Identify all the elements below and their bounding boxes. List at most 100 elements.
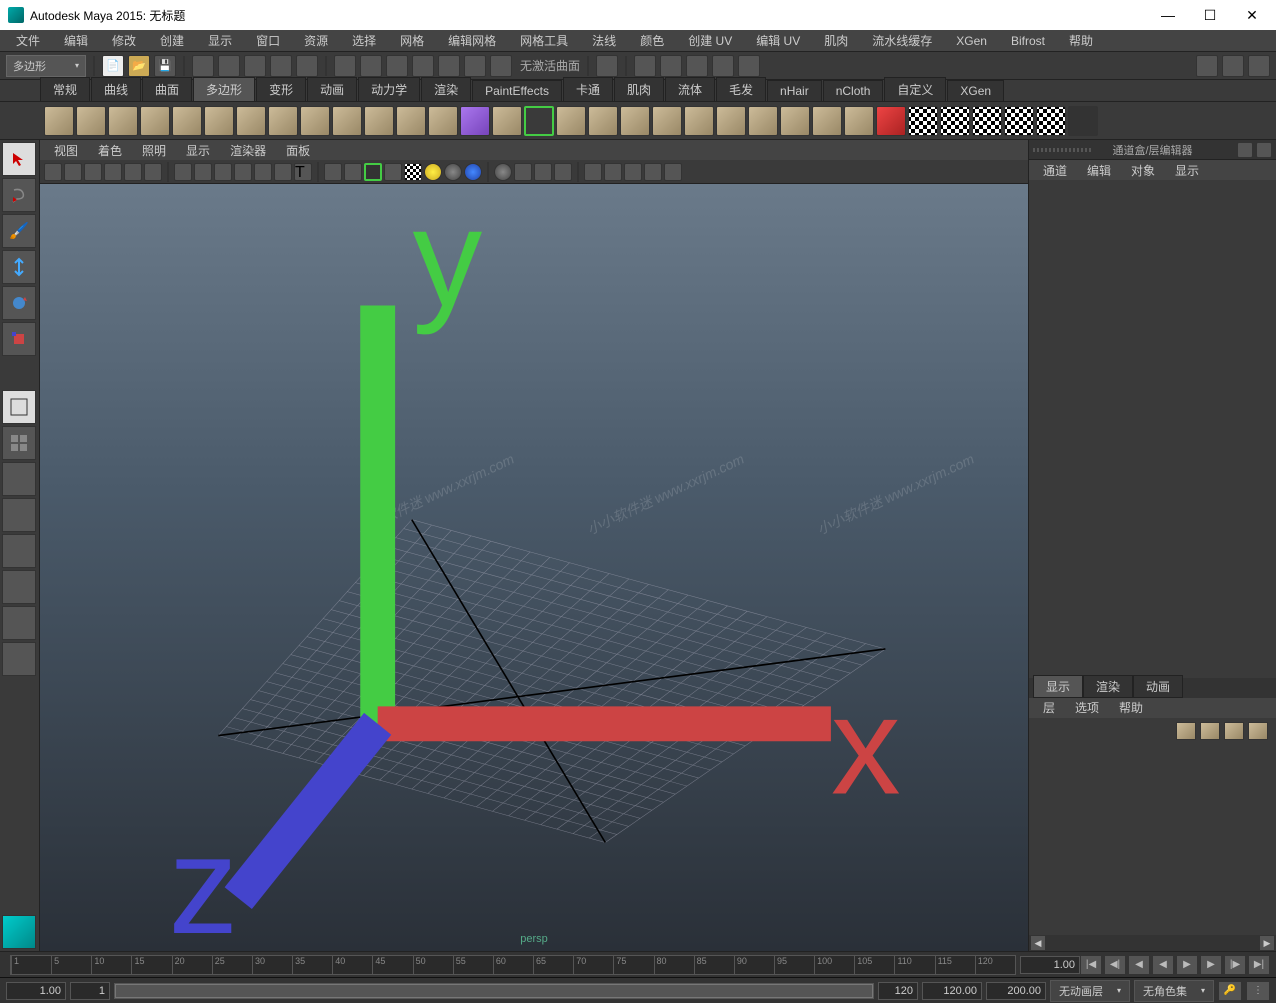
poly-platonic-icon[interactable] bbox=[364, 106, 394, 136]
channel-menu-3[interactable]: 显示 bbox=[1167, 161, 1207, 180]
shelf-tab-肌肉[interactable]: 肌肉 bbox=[614, 77, 664, 101]
panel-menu-3[interactable]: 显示 bbox=[178, 141, 218, 160]
menu-10[interactable]: 网格工具 bbox=[510, 30, 578, 51]
field-chart-icon[interactable] bbox=[254, 163, 272, 181]
shelf-tab-PaintEffects[interactable]: PaintEffects bbox=[472, 80, 562, 101]
menu-16[interactable]: 流水线缓存 bbox=[862, 30, 942, 51]
layer-tab-渲染[interactable]: 渲染 bbox=[1083, 675, 1133, 698]
four-view-layout[interactable] bbox=[2, 426, 36, 460]
resolution-gate-icon[interactable] bbox=[214, 163, 232, 181]
poly-sphere-icon[interactable] bbox=[44, 106, 74, 136]
extrude-icon[interactable] bbox=[620, 106, 650, 136]
scroll-right-icon[interactable]: ▶ bbox=[1260, 936, 1274, 950]
outliner-layout[interactable] bbox=[2, 570, 36, 604]
poly-prism-icon[interactable] bbox=[396, 106, 426, 136]
layer-menu-1[interactable]: 选项 bbox=[1067, 698, 1107, 717]
move-layer-up-icon[interactable] bbox=[1224, 722, 1244, 740]
poly-cone-icon[interactable] bbox=[140, 106, 170, 136]
textured-icon[interactable] bbox=[404, 163, 422, 181]
menu-17[interactable]: XGen bbox=[946, 32, 997, 50]
range-start-outer-field[interactable]: 1.00 bbox=[6, 982, 66, 1000]
channel-menu-2[interactable]: 对象 bbox=[1123, 161, 1163, 180]
sculpt-icon[interactable] bbox=[876, 106, 906, 136]
persp-graph-layout[interactable] bbox=[2, 498, 36, 532]
viewport-renderer-icon[interactable] bbox=[664, 163, 682, 181]
panel-menu-5[interactable]: 面板 bbox=[278, 141, 318, 160]
scale-tool[interactable] bbox=[2, 322, 36, 356]
grease-pencil-icon[interactable] bbox=[144, 163, 162, 181]
shelf-tab-流体[interactable]: 流体 bbox=[665, 77, 715, 101]
step-back-key-button[interactable]: ◀| bbox=[1104, 955, 1126, 975]
step-forward-key-button[interactable]: |▶ bbox=[1224, 955, 1246, 975]
motion-blur-icon[interactable] bbox=[494, 163, 512, 181]
ipr-render-icon[interactable] bbox=[660, 55, 682, 77]
reduce-icon[interactable] bbox=[812, 106, 842, 136]
channel-menu-1[interactable]: 编辑 bbox=[1079, 161, 1119, 180]
layer-scrollbar[interactable]: ◀ ▶ bbox=[1029, 935, 1276, 951]
uv-checker-4-icon[interactable] bbox=[1004, 106, 1034, 136]
menu-3[interactable]: 创建 bbox=[150, 30, 194, 51]
append-icon[interactable] bbox=[684, 106, 714, 136]
layer-menu-0[interactable]: 层 bbox=[1035, 698, 1063, 717]
poly-helix-icon[interactable] bbox=[300, 106, 330, 136]
maya-logo-button[interactable] bbox=[2, 915, 36, 949]
poly-pyramid-icon[interactable] bbox=[236, 106, 266, 136]
menu-set-dropdown[interactable]: 多边形 bbox=[6, 55, 86, 77]
layer-tab-动画[interactable]: 动画 bbox=[1133, 675, 1183, 698]
paint-select-tool[interactable]: 🖌️ bbox=[2, 214, 36, 248]
undo-icon[interactable] bbox=[192, 55, 214, 77]
hypershade-layout[interactable] bbox=[2, 534, 36, 568]
shelf-tab-自定义[interactable]: 自定义 bbox=[884, 77, 946, 101]
render-view-icon[interactable] bbox=[738, 55, 760, 77]
go-to-start-button[interactable]: |◀ bbox=[1080, 955, 1102, 975]
shelf-tab-nHair[interactable]: nHair bbox=[767, 80, 822, 101]
single-persp-layout[interactable] bbox=[2, 390, 36, 424]
make-live-icon[interactable] bbox=[464, 55, 486, 77]
hypershade-icon[interactable] bbox=[712, 55, 734, 77]
gate-mask-icon[interactable] bbox=[234, 163, 252, 181]
toggle-attribute-editor-icon[interactable] bbox=[1196, 55, 1218, 77]
viewport[interactable]: 小小软件迷 www.xxrjm.com 小小软件迷 www.xxrjm.com … bbox=[40, 184, 1028, 951]
fill-hole-icon[interactable] bbox=[780, 106, 810, 136]
triangulate-icon[interactable] bbox=[844, 106, 874, 136]
shelf-tab-渲染[interactable]: 渲染 bbox=[421, 77, 471, 101]
film-gate-icon[interactable] bbox=[194, 163, 212, 181]
shadows-icon[interactable] bbox=[444, 163, 462, 181]
shelf-tab-动力学[interactable]: 动力学 bbox=[358, 77, 420, 101]
bookmark-icon[interactable] bbox=[84, 163, 102, 181]
booleans-icon[interactable] bbox=[588, 106, 618, 136]
shelf-tab-动画[interactable]: 动画 bbox=[307, 77, 357, 101]
current-frame-field[interactable]: 1.00 bbox=[1020, 956, 1080, 974]
toggle-tool-settings-icon[interactable] bbox=[1222, 55, 1244, 77]
rotate-tool[interactable] bbox=[2, 286, 36, 320]
range-slider[interactable] bbox=[114, 983, 874, 999]
menu-18[interactable]: Bifrost bbox=[1001, 32, 1055, 50]
panel-menu-1[interactable]: 着色 bbox=[90, 141, 130, 160]
construction-history-icon[interactable] bbox=[596, 55, 618, 77]
panel-menu-0[interactable]: 视图 bbox=[46, 141, 86, 160]
multisample-icon[interactable] bbox=[514, 163, 532, 181]
screen-ao-icon[interactable] bbox=[464, 163, 482, 181]
menu-12[interactable]: 颜色 bbox=[630, 30, 674, 51]
shelf-tab-曲线[interactable]: 曲线 bbox=[91, 77, 141, 101]
redo-icon[interactable] bbox=[218, 55, 240, 77]
2d-pan-icon[interactable] bbox=[124, 163, 142, 181]
snap-live-icon[interactable] bbox=[438, 55, 460, 77]
new-scene-icon[interactable]: 📄 bbox=[102, 55, 124, 77]
menu-4[interactable]: 显示 bbox=[198, 30, 242, 51]
time-slider[interactable]: 1510152025303540455055606570758085909510… bbox=[0, 951, 1276, 977]
layer-menu-2[interactable]: 帮助 bbox=[1111, 698, 1151, 717]
isolate-select-icon[interactable] bbox=[554, 163, 572, 181]
play-backward-button[interactable]: ◀ bbox=[1152, 955, 1174, 975]
safe-title-icon[interactable]: T bbox=[294, 163, 312, 181]
menu-11[interactable]: 法线 bbox=[582, 30, 626, 51]
image-plane-icon[interactable] bbox=[104, 163, 122, 181]
scroll-left-icon[interactable]: ◀ bbox=[1031, 936, 1045, 950]
channel-box-body[interactable] bbox=[1029, 180, 1276, 678]
expose-icon[interactable] bbox=[624, 163, 642, 181]
menu-9[interactable]: 编辑网格 bbox=[438, 30, 506, 51]
menu-8[interactable]: 网格 bbox=[390, 30, 434, 51]
menu-19[interactable]: 帮助 bbox=[1059, 30, 1103, 51]
close-button[interactable]: ✕ bbox=[1240, 3, 1264, 27]
shelf-tab-常规[interactable]: 常规 bbox=[40, 77, 90, 101]
